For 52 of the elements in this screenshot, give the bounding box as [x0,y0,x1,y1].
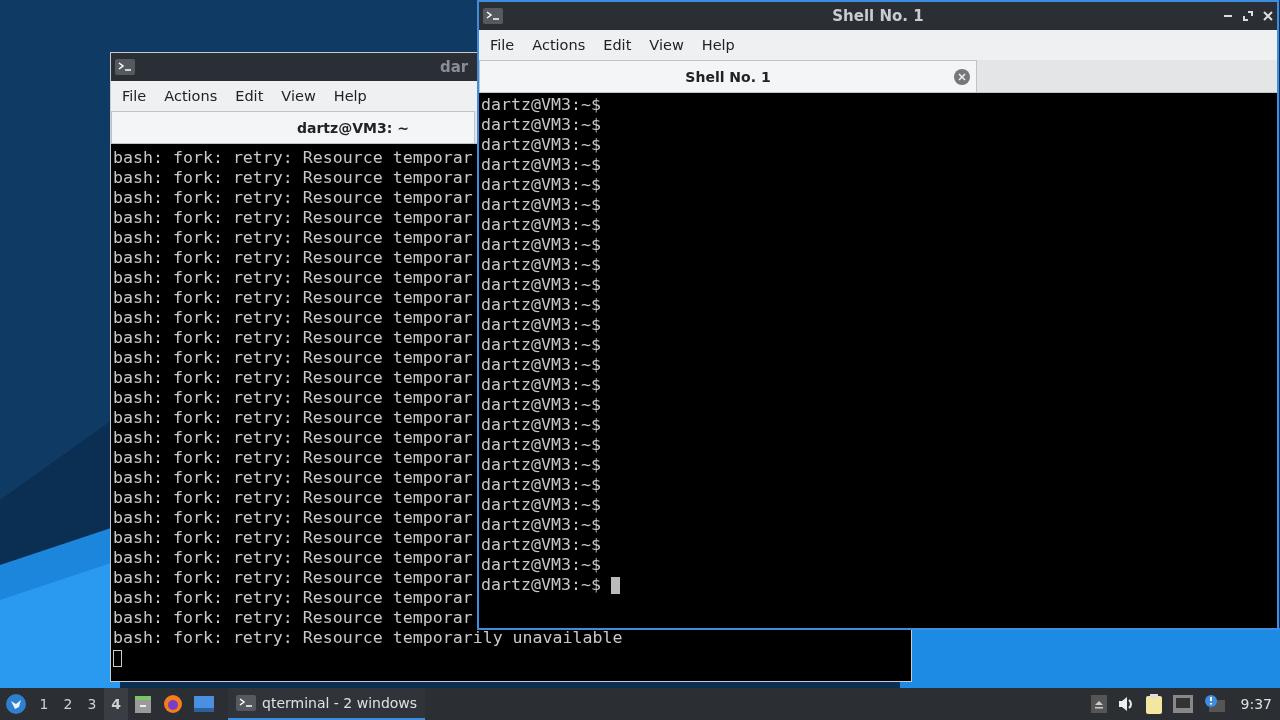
terminal-line: dartz@VM3:~$ [481,255,601,275]
terminal-line: dartz@VM3:~$ [481,515,601,535]
terminal-line: bash: fork: retry: Resource temporar [113,168,473,188]
terminal-line: dartz@VM3:~$ [481,215,601,235]
terminal-line: bash: fork: retry: Resource temporarily unavailable [113,628,623,648]
window-title: dar [440,58,469,76]
terminal-line: bash: fork: retry: Resource temporar [113,528,473,548]
terminal-line: bash: fork: retry: Resource temporar [113,548,473,568]
window-title: Shell No. 1 [832,7,924,25]
terminal-line: bash: fork: retry: Resource temporar [113,208,473,228]
terminal-line: dartz@VM3:~$ [481,115,601,135]
terminal-line: dartz@VM3:~$ [481,95,601,115]
terminal-line: dartz@VM3:~$ [481,155,601,175]
terminal-line: bash: fork: retry: Resource temporar [113,288,473,308]
terminal-line: bash: fork: retry: Resource temporar [113,308,473,328]
terminal-line: bash: fork: retry: Resource temporar [113,248,473,268]
terminal-line: bash: fork: retry: Resource temporar [113,608,473,628]
terminal-line: dartz@VM3:~$ [481,435,601,455]
terminal-line: dartz@VM3:~$ [481,535,601,555]
terminal-line: dartz@VM3:~$ [481,495,601,515]
terminal-line: bash: fork: retry: Resource temporar [113,188,473,208]
terminal-line: dartz@VM3:~$ [481,355,601,375]
terminal-line: dartz@VM3:~$ [481,195,601,215]
terminal-line: dartz@VM3:~$ [481,455,601,475]
terminal-line: dartz@VM3:~$ [481,375,601,395]
terminal-line: bash: fork: retry: Resource temporar [113,448,473,468]
terminal-line: dartz@VM3:~$ [481,135,601,155]
terminal-line: dartz@VM3:~$ [481,555,601,575]
terminal-line: bash: fork: retry: Resource temporar [113,488,473,508]
terminal-line: bash: fork: retry: Resource temporar [113,408,473,428]
terminal-line: dartz@VM3:~$ [481,315,601,335]
terminal-line: dartz@VM3:~$ [481,235,601,255]
terminal-line: bash: fork: retry: Resource temporar [113,588,473,608]
terminal-line: bash: fork: retry: Resource temporar [113,348,473,368]
terminal-line: bash: fork: retry: Resource temporar [113,568,473,588]
terminal-line: bash: fork: retry: Resource temporar [113,148,473,168]
terminal-line: bash: fork: retry: Resource temporar [113,468,473,488]
terminal-line: dartz@VM3:~$ [481,475,601,495]
terminal-line: dartz@VM3:~$ [481,275,601,295]
terminal-line: bash: fork: retry: Resource temporar [113,328,473,348]
terminal-line: dartz@VM3:~$ [481,295,601,315]
terminal-line: bash: fork: retry: Resource temporar [113,368,473,388]
terminal-line: bash: fork: retry: Resource temporar [113,428,473,448]
terminal-line: bash: fork: retry: Resource temporar [113,228,473,248]
terminal-line: bash: fork: retry: Resource temporar [113,268,473,288]
terminal-line: dartz@VM3:~$ [481,175,601,195]
terminal-line: dartz@VM3:~$ [481,335,601,355]
terminal-line: dartz@VM3:~$ [481,415,601,435]
terminal-line: bash: fork: retry: Resource temporar [113,388,473,408]
terminal-line: dartz@VM3:~$ [481,575,602,595]
terminal-line: bash: fork: retry: Resource temporar [113,508,473,528]
terminal-line: dartz@VM3:~$ [481,395,601,415]
